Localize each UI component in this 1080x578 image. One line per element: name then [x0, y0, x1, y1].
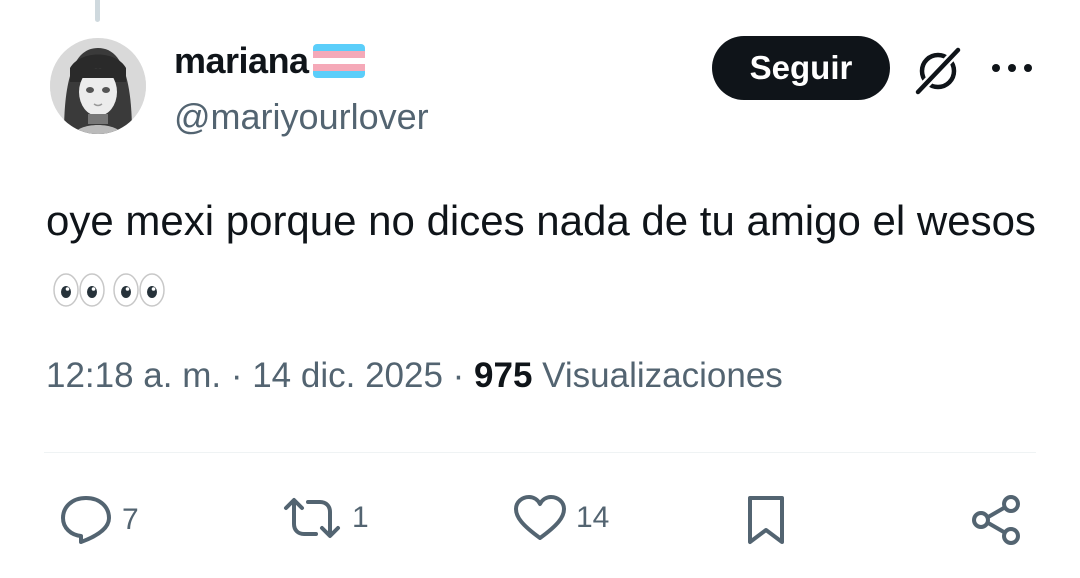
reply-button[interactable]: 7	[58, 494, 139, 546]
bookmark-icon	[748, 496, 784, 544]
heart-icon	[514, 495, 566, 540]
like-button[interactable]: 14	[512, 494, 609, 542]
bookmark-button[interactable]	[744, 494, 788, 546]
eyes-emoji-icon	[52, 270, 166, 310]
repost-count: 1	[352, 501, 369, 534]
author-handle[interactable]: @mariyourlover	[174, 96, 429, 138]
avatar-illustration	[50, 38, 146, 134]
follow-button[interactable]: Seguir	[712, 36, 890, 100]
transgender-flag-icon	[312, 44, 365, 78]
share-icon	[972, 495, 1020, 545]
meta-separator: ·	[221, 356, 253, 395]
author-display-name[interactable]: mariana	[174, 40, 309, 82]
tweet-meta: 12:18 a. m. · 14 dic. 2025 · 975 Visuali…	[46, 356, 783, 396]
author-name-row: mariana	[174, 40, 365, 82]
thread-connector-line	[95, 0, 100, 22]
repost-icon	[284, 498, 340, 538]
reply-icon	[61, 496, 111, 544]
reply-count: 7	[122, 503, 139, 536]
views-label[interactable]: Visualizaciones	[532, 356, 783, 395]
repost-button[interactable]: 1	[280, 494, 369, 542]
like-count: 14	[576, 501, 610, 534]
share-button[interactable]	[970, 494, 1022, 546]
tweet-date[interactable]: 14 dic. 2025	[252, 356, 443, 395]
divider	[44, 452, 1036, 453]
tweet-time[interactable]: 12:18 a. m.	[46, 356, 221, 395]
tweet-text: oye mexi porque no dices nada de tu amig…	[46, 197, 1036, 244]
meta-separator: ·	[442, 356, 475, 395]
avatar[interactable]	[50, 38, 146, 134]
tweet-body: oye mexi porque no dices nada de tu amig…	[46, 188, 1036, 320]
views-count[interactable]: 975	[474, 356, 532, 395]
more-icon[interactable]	[990, 58, 1034, 78]
grok-icon[interactable]	[912, 44, 964, 96]
